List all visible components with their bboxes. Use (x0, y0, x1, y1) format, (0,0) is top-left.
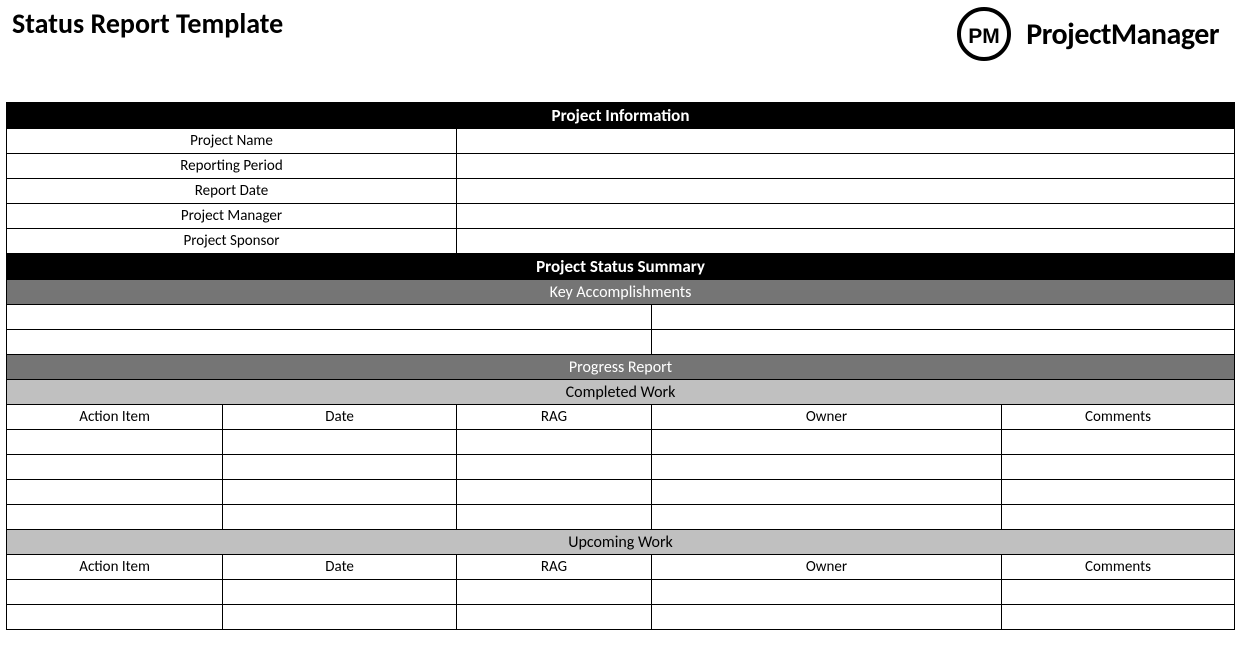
work-row (7, 455, 1235, 480)
info-label: Reporting Period (7, 154, 457, 179)
cell-comments[interactable] (1002, 430, 1235, 455)
cell-owner[interactable] (652, 505, 1002, 530)
section-progress-report: Progress Report (7, 355, 1235, 380)
work-row (7, 580, 1235, 605)
accomplishment-row (7, 305, 1235, 330)
accomplishment-cell[interactable] (652, 330, 1235, 355)
col-rag: RAG (457, 555, 652, 580)
info-value[interactable] (457, 179, 1235, 204)
accomplishment-cell[interactable] (7, 330, 652, 355)
info-label: Project Name (7, 129, 457, 154)
col-owner: Owner (652, 555, 1002, 580)
cell-action[interactable] (7, 580, 223, 605)
column-header-row: Action Item Date RAG Owner Comments (7, 555, 1235, 580)
cell-comments[interactable] (1002, 605, 1235, 630)
info-row: Reporting Period (7, 154, 1235, 179)
section-completed-work: Completed Work (7, 380, 1235, 405)
section-status-summary: Project Status Summary (7, 254, 1235, 280)
info-label: Project Sponsor (7, 229, 457, 254)
cell-action[interactable] (7, 505, 223, 530)
status-report-table: Project Information Project Name Reporti… (6, 102, 1235, 630)
accomplishment-cell[interactable] (7, 305, 652, 330)
cell-comments[interactable] (1002, 480, 1235, 505)
work-row (7, 480, 1235, 505)
col-date: Date (223, 555, 457, 580)
cell-comments[interactable] (1002, 455, 1235, 480)
col-owner: Owner (652, 405, 1002, 430)
brand-logo: PM ProjectManager (956, 6, 1219, 62)
section-upcoming-work: Upcoming Work (7, 530, 1235, 555)
info-row: Project Name (7, 129, 1235, 154)
cell-rag[interactable] (457, 455, 652, 480)
cell-rag[interactable] (457, 480, 652, 505)
cell-date[interactable] (223, 455, 457, 480)
cell-rag[interactable] (457, 580, 652, 605)
cell-owner[interactable] (652, 430, 1002, 455)
cell-owner[interactable] (652, 480, 1002, 505)
cell-action[interactable] (7, 480, 223, 505)
svg-text:PM: PM (969, 25, 1001, 48)
cell-date[interactable] (223, 580, 457, 605)
info-value[interactable] (457, 129, 1235, 154)
cell-date[interactable] (223, 505, 457, 530)
info-row: Project Sponsor (7, 229, 1235, 254)
cell-comments[interactable] (1002, 580, 1235, 605)
info-label: Project Manager (7, 204, 457, 229)
accomplishment-cell[interactable] (652, 305, 1235, 330)
cell-rag[interactable] (457, 505, 652, 530)
cell-owner[interactable] (652, 455, 1002, 480)
work-row (7, 430, 1235, 455)
cell-rag[interactable] (457, 430, 652, 455)
col-action-item: Action Item (7, 555, 223, 580)
accomplishment-row (7, 330, 1235, 355)
col-comments: Comments (1002, 405, 1235, 430)
section-key-accomplishments: Key Accomplishments (7, 280, 1235, 305)
cell-action[interactable] (7, 430, 223, 455)
cell-date[interactable] (223, 480, 457, 505)
info-value[interactable] (457, 229, 1235, 254)
work-row (7, 505, 1235, 530)
info-row: Report Date (7, 179, 1235, 204)
cell-action[interactable] (7, 605, 223, 630)
col-comments: Comments (1002, 555, 1235, 580)
info-value[interactable] (457, 154, 1235, 179)
col-date: Date (223, 405, 457, 430)
cell-rag[interactable] (457, 605, 652, 630)
page-title: Status Report Template (12, 6, 283, 41)
info-row: Project Manager (7, 204, 1235, 229)
cell-action[interactable] (7, 455, 223, 480)
pm-logo-icon: PM (956, 6, 1012, 62)
col-action-item: Action Item (7, 405, 223, 430)
page-header: Status Report Template PM ProjectManager (6, 6, 1235, 62)
cell-owner[interactable] (652, 605, 1002, 630)
cell-owner[interactable] (652, 580, 1002, 605)
section-project-info: Project Information (7, 103, 1235, 129)
column-header-row: Action Item Date RAG Owner Comments (7, 405, 1235, 430)
cell-date[interactable] (223, 430, 457, 455)
cell-comments[interactable] (1002, 505, 1235, 530)
info-label: Report Date (7, 179, 457, 204)
info-value[interactable] (457, 204, 1235, 229)
col-rag: RAG (457, 405, 652, 430)
cell-date[interactable] (223, 605, 457, 630)
work-row (7, 605, 1235, 630)
brand-name: ProjectManager (1026, 16, 1219, 53)
